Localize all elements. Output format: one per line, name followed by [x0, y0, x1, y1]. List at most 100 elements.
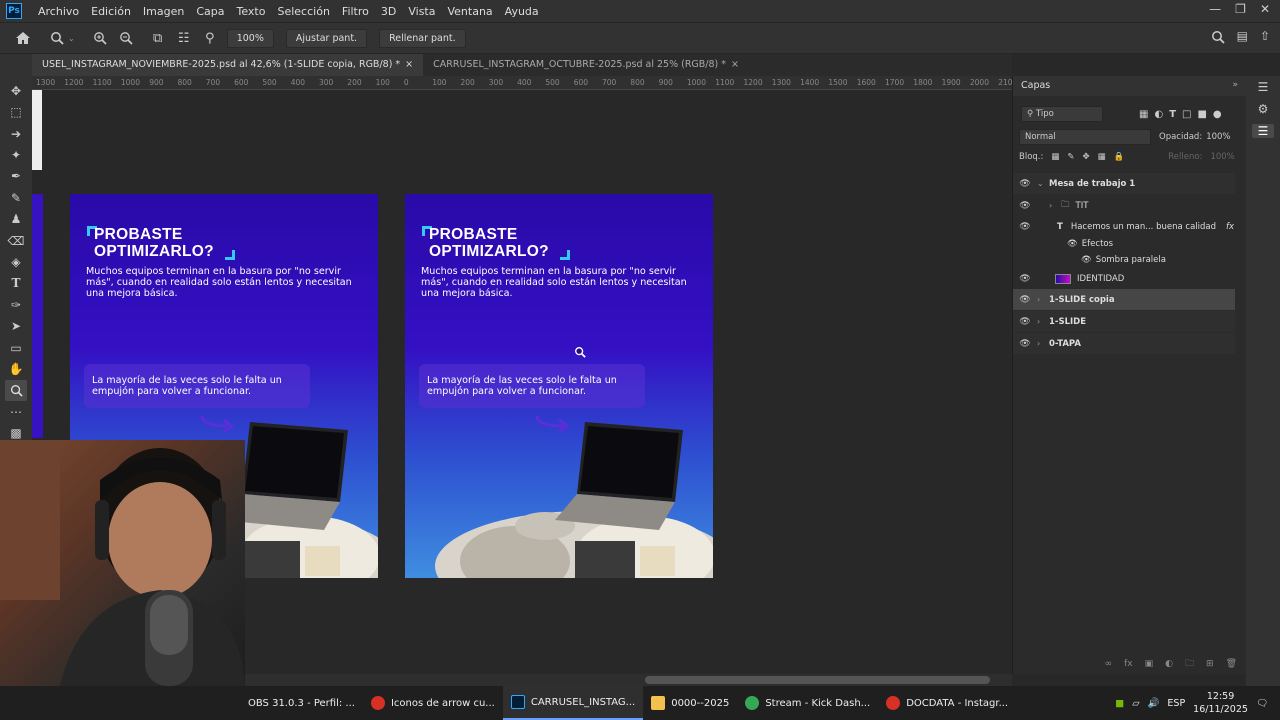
layers-dock-icon[interactable]: ☰: [1252, 124, 1274, 138]
menu-edicion[interactable]: Edición: [85, 5, 137, 18]
layer-row[interactable]: 👁 › 1-SLIDE: [1013, 311, 1235, 332]
properties-icon[interactable]: ⚙: [1246, 102, 1280, 116]
filter-shape-icon[interactable]: □: [1182, 109, 1191, 120]
zoom-100-button[interactable]: 100%: [226, 28, 274, 48]
filter-adjustment-icon[interactable]: ◐: [1154, 109, 1163, 120]
chevron-right-icon[interactable]: ›: [1049, 201, 1061, 210]
resize-windows-icon[interactable]: ⧉: [147, 27, 169, 49]
brush-tool-icon[interactable]: ✎: [5, 187, 27, 208]
workspace-icon[interactable]: ▤: [1237, 29, 1248, 48]
move-tool-icon[interactable]: ✥: [5, 80, 27, 101]
new-group-icon[interactable]: 🗀: [1185, 656, 1194, 672]
visibility-eye-icon[interactable]: 👁: [1013, 201, 1037, 211]
visibility-eye-icon[interactable]: 👁: [1013, 274, 1037, 284]
effects-eye-icon[interactable]: 👁: [1067, 239, 1078, 249]
eraser-tool-icon[interactable]: ⌫: [5, 230, 27, 251]
visibility-eye-icon[interactable]: 👁: [1013, 222, 1037, 232]
chevron-right-icon[interactable]: ›: [1037, 317, 1049, 326]
menu-seleccion[interactable]: Selección: [271, 5, 335, 18]
taskbar-item-docdata[interactable]: DOCDATA - Instagr...: [878, 686, 1016, 720]
minimize-icon[interactable]: —: [1209, 2, 1221, 16]
stamp-tool-icon[interactable]: ♟: [5, 208, 27, 229]
taskbar-item-obs[interactable]: OBS 31.0.3 - Perfil: ...: [240, 686, 363, 720]
search-icon[interactable]: [1211, 29, 1225, 48]
lock-all-icon[interactable]: 🔒: [1114, 152, 1125, 162]
horizontal-ruler[interactable]: 1300 1200 1100 1000 900 800 700 600 500 400 300 200…: [32, 76, 1013, 90]
layer-row[interactable]: 👁 IDENTIDAD: [1013, 268, 1235, 289]
artboard-slide[interactable]: PROBASTE OPTIMIZARLO? Muchos equipos ter…: [405, 194, 713, 578]
restore-icon[interactable]: ❐: [1235, 2, 1246, 16]
menu-capa[interactable]: Capa: [190, 5, 230, 18]
add-mask-icon[interactable]: ▣: [1145, 659, 1154, 669]
tab-noviembre[interactable]: USEL_INSTAGRAM_NOVIEMBRE-2025.psd al 42,…: [32, 54, 424, 76]
lasso-tool-icon[interactable]: ➔: [5, 123, 27, 144]
eyedropper-tool-icon[interactable]: ✒: [5, 166, 27, 187]
chevron-down-icon[interactable]: ⌄: [68, 34, 75, 43]
menu-imagen[interactable]: Imagen: [137, 5, 190, 18]
zoom-in-icon[interactable]: [89, 27, 111, 49]
layer-filter-dropdown[interactable]: ⚲ Tipo: [1021, 106, 1103, 122]
zoom-tool-icon[interactable]: [46, 27, 68, 49]
blend-mode-dropdown[interactable]: Normal: [1019, 129, 1151, 145]
menu-texto[interactable]: Texto: [231, 5, 272, 18]
close-tab-icon[interactable]: ×: [731, 59, 739, 70]
zoom-out-icon[interactable]: [115, 27, 137, 49]
layer-row-selected[interactable]: 👁 › 1-SLIDE copia: [1013, 289, 1235, 310]
marquee-tool-icon[interactable]: ⬚: [5, 101, 27, 122]
layer-row[interactable]: 👁 ⌄ Mesa de trabajo 1: [1013, 173, 1235, 194]
scrollbar-thumb[interactable]: [645, 676, 990, 684]
new-adjustment-icon[interactable]: ◐: [1165, 659, 1173, 669]
effect-eye-icon[interactable]: 👁: [1081, 255, 1092, 265]
path-selection-tool-icon[interactable]: ➤: [5, 315, 27, 336]
close-tab-icon[interactable]: ×: [405, 59, 413, 70]
language-indicator[interactable]: ESP: [1167, 698, 1185, 709]
chevron-right-icon[interactable]: ›: [1037, 295, 1049, 304]
scrubby-zoom-icon[interactable]: ⚲: [199, 27, 221, 49]
chevron-right-icon[interactable]: ›: [1037, 339, 1049, 348]
taskbar-item-chrome[interactable]: Iconos de arrow cu...: [363, 686, 503, 720]
zoom-all-windows-icon[interactable]: ☷: [173, 27, 195, 49]
taskbar-item-kick[interactable]: Stream - Kick Dash...: [737, 686, 878, 720]
visibility-eye-icon[interactable]: 👁: [1013, 317, 1037, 327]
panel-collapse-icon[interactable]: »: [1232, 80, 1238, 90]
menu-vista[interactable]: Vista: [402, 5, 441, 18]
fit-screen-button[interactable]: Ajustar pant.: [285, 28, 368, 48]
lock-transparency-icon[interactable]: ▦: [1051, 152, 1059, 162]
layer-row[interactable]: 👁 › 0-TAPA: [1013, 333, 1235, 354]
add-style-icon[interactable]: fx: [1124, 659, 1133, 669]
lock-artboard-icon[interactable]: ▦: [1098, 152, 1106, 162]
delete-layer-icon[interactable]: 🗑: [1226, 659, 1237, 669]
filter-smart-object-icon[interactable]: ■: [1197, 109, 1206, 120]
visibility-eye-icon[interactable]: 👁: [1013, 179, 1037, 189]
type-tool-icon[interactable]: T: [5, 273, 27, 294]
fx-icon[interactable]: fx: [1226, 222, 1234, 232]
share-icon[interactable]: ⇧: [1260, 29, 1270, 48]
clock[interactable]: 12:59 16/11/2025: [1193, 690, 1248, 716]
taskbar-item-photoshop[interactable]: CARRUSEL_INSTAG...: [502, 686, 644, 720]
paint-bucket-tool-icon[interactable]: ◈: [5, 251, 27, 272]
pen-tool-icon[interactable]: ✑: [5, 294, 27, 315]
menu-ayuda[interactable]: Ayuda: [499, 5, 545, 18]
magic-wand-tool-icon[interactable]: ✦: [5, 144, 27, 165]
filter-pixel-icon[interactable]: ▦: [1139, 109, 1148, 120]
notifications-icon[interactable]: 🗨: [1256, 698, 1268, 709]
network-icon[interactable]: ▱: [1132, 698, 1139, 709]
nvidia-icon[interactable]: ■: [1115, 698, 1124, 709]
menu-archivo[interactable]: Archivo: [32, 5, 85, 18]
tab-octubre[interactable]: CARRUSEL_INSTAGRAM_OCTUBRE-2025.psd al 2…: [423, 54, 749, 76]
menu-3d[interactable]: 3D: [375, 5, 402, 18]
layer-row[interactable]: 👁 › 🗀 TIT: [1013, 195, 1235, 216]
volume-icon[interactable]: 🔊: [1148, 698, 1160, 709]
filter-toggle-icon[interactable]: ●: [1213, 109, 1222, 120]
fill-screen-button[interactable]: Rellenar pant.: [379, 28, 466, 48]
layer-effect-row[interactable]: 👁 Sombra paralela: [1013, 249, 1235, 270]
filter-type-icon[interactable]: T: [1169, 109, 1176, 120]
rectangle-tool-icon[interactable]: ▭: [5, 337, 27, 358]
lock-position-icon[interactable]: ✥: [1083, 152, 1090, 162]
opacity-input[interactable]: 100%: [1206, 132, 1230, 142]
close-icon[interactable]: ✕: [1260, 2, 1270, 16]
new-layer-icon[interactable]: ⊞: [1206, 659, 1214, 669]
fill-input[interactable]: 100%: [1210, 152, 1234, 162]
chevron-down-icon[interactable]: ⌄: [1037, 179, 1049, 188]
menu-ventana[interactable]: Ventana: [441, 5, 498, 18]
